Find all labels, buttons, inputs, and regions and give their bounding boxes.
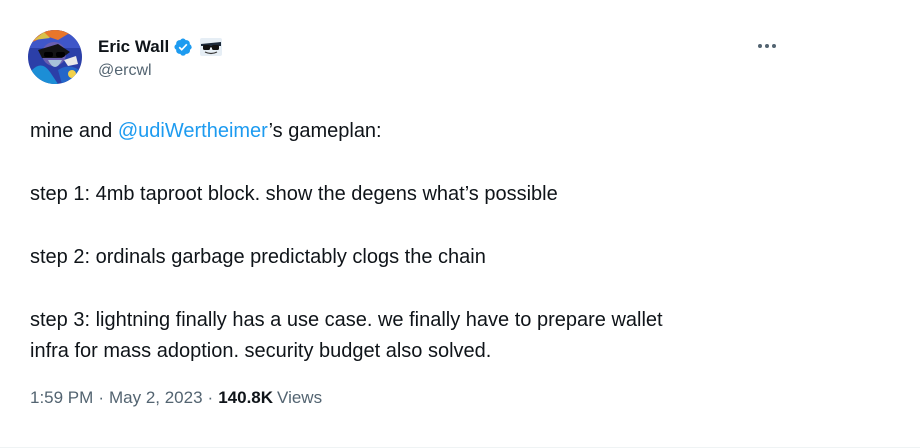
tweet-card: Eric Wall @ercwl mine and @udiWertheimer… (0, 0, 920, 448)
tweet-text: mine and @udiWertheimer’s gameplan: step… (30, 116, 790, 367)
meta-separator: · (207, 388, 214, 407)
tweet-line-step1: step 1: 4mb taproot block. show the dege… (30, 183, 558, 205)
profile-avatar[interactable] (28, 30, 82, 84)
tweet-time[interactable]: 1:59 PM (30, 388, 93, 408)
more-options-icon[interactable] (752, 34, 782, 58)
tweet-header: Eric Wall @ercwl (28, 30, 223, 86)
meta-separator: · (98, 388, 104, 407)
avatar-image (28, 30, 82, 84)
tweet-line-step3b: infra for mass adoption. security budget… (30, 340, 492, 362)
tweet-date[interactable]: May 2, 2023 (109, 388, 203, 408)
tweet-metadata: 1:59 PM · May 2, 2023 · 140.8K Views (30, 388, 322, 408)
verified-badge-icon[interactable] (173, 37, 193, 57)
author-display-name[interactable]: Eric Wall (98, 37, 169, 57)
views-label: Views (277, 388, 323, 407)
intro-prefix: mine and (30, 120, 118, 142)
author-name-row: Eric Wall (98, 36, 223, 58)
views-count: 140.8K (218, 388, 274, 407)
author-info: Eric Wall @ercwl (98, 30, 223, 80)
intro-suffix: ’s gameplan: (268, 120, 382, 142)
tweet-line-intro: mine and @udiWertheimer’s gameplan: (30, 116, 790, 147)
author-handle[interactable]: @ercwl (98, 62, 223, 80)
tweet-line-step2: step 2: ordinals garbage predictably clo… (30, 246, 486, 268)
mention-link[interactable]: @udiWertheimer (118, 120, 269, 142)
sunglasses-emoji-icon (199, 37, 223, 57)
tweet-line-step3a: step 3: lightning finally has a use case… (30, 309, 663, 331)
